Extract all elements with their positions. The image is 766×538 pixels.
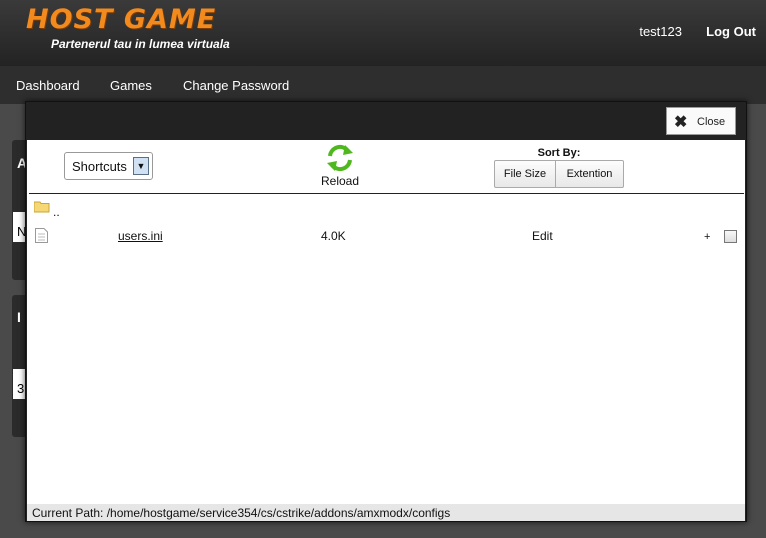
sort-buttons: File Size Extention: [494, 160, 624, 188]
file-name-link[interactable]: users.ini: [118, 229, 163, 243]
current-path-label: Current Path:: [32, 506, 104, 520]
parent-directory-row[interactable]: ..: [27, 200, 745, 219]
logout-link[interactable]: Log Out: [706, 24, 756, 39]
current-path-bar: Current Path: /home/hostgame/service354/…: [27, 504, 745, 521]
reload-button[interactable]: Reload: [305, 144, 375, 188]
current-path-value: /home/hostgame/service354/cs/cstrike/add…: [106, 506, 451, 520]
shortcuts-select[interactable]: Shortcuts ▼: [64, 152, 153, 180]
close-button-label: Close: [697, 116, 726, 128]
nav-games[interactable]: Games: [110, 78, 152, 93]
parent-directory-link[interactable]: ..: [53, 205, 60, 219]
close-button[interactable]: ✖ Close: [666, 107, 736, 135]
site-header: HOST GAME Partenerul tau in lumea virtua…: [0, 0, 766, 66]
edit-link[interactable]: Edit: [532, 229, 553, 243]
add-button[interactable]: +: [704, 231, 710, 243]
nav-dashboard[interactable]: Dashboard: [16, 78, 80, 93]
file-select-checkbox[interactable]: [724, 230, 737, 243]
divider: [29, 193, 744, 194]
folder-icon: [34, 201, 50, 213]
background-panel-2-title: I: [17, 309, 21, 325]
file-row: users.ini 4.0K Edit +: [27, 228, 745, 246]
nav-change-password[interactable]: Change Password: [183, 78, 289, 93]
site-slogan: Partenerul tau in lumea virtuala: [51, 37, 230, 51]
sort-extension-button[interactable]: Extention: [556, 161, 623, 187]
chevron-down-icon[interactable]: ▼: [133, 157, 149, 175]
sort-by-label: Sort By:: [537, 147, 581, 159]
reload-label: Reload: [320, 174, 360, 188]
dialog-titlebar: ✖ Close: [26, 102, 746, 140]
sort-file-size-button[interactable]: File Size: [495, 161, 556, 187]
main-nav: Dashboard Games Change Password: [0, 66, 766, 104]
reload-icon: [327, 144, 353, 172]
close-x-icon: ✖: [674, 114, 688, 131]
file-size: 4.0K: [321, 229, 346, 243]
site-logo[interactable]: HOST GAME: [26, 4, 216, 35]
file-browser: Shortcuts ▼ Reload Sort By: File Size Ex…: [27, 140, 745, 504]
file-icon: [35, 228, 48, 243]
shortcuts-label: Shortcuts: [72, 159, 127, 174]
file-manager-dialog: ✖ Close Shortcuts ▼ Reload Sort By: File…: [25, 101, 747, 522]
username-label[interactable]: test123: [639, 24, 682, 39]
